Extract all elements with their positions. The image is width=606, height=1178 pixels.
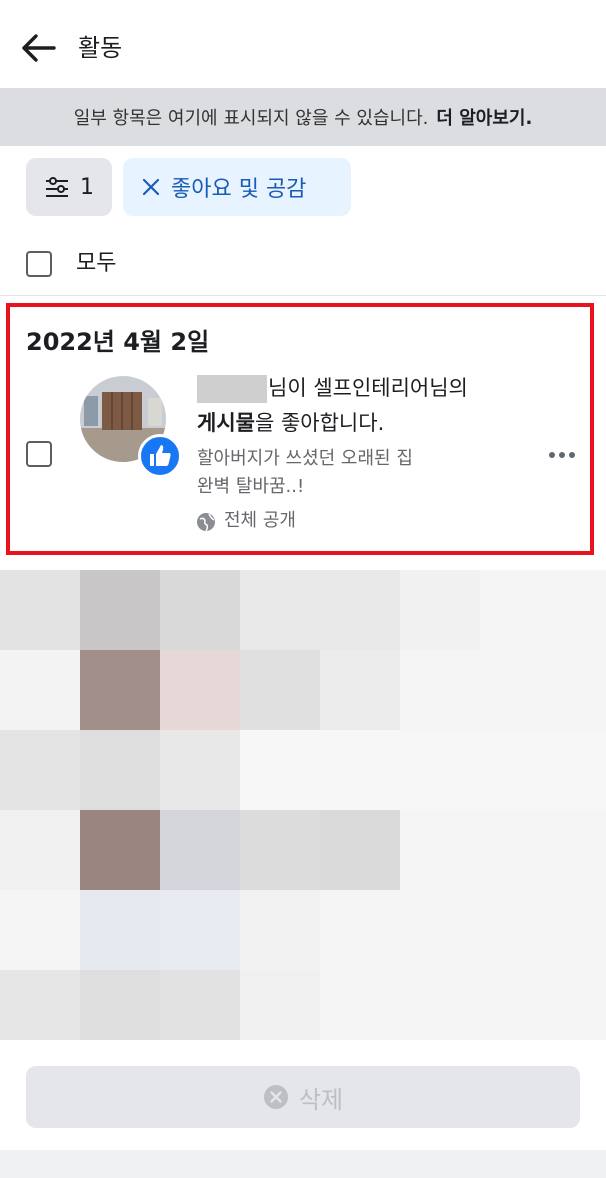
filter-count: 1 bbox=[80, 174, 94, 200]
learn-more-link[interactable]: 더 알아보기. bbox=[436, 104, 532, 130]
select-all-checkbox[interactable] bbox=[26, 251, 52, 277]
post-link[interactable]: 게시물 bbox=[197, 411, 255, 435]
more-options-icon[interactable] bbox=[548, 445, 576, 465]
delete-x-icon bbox=[263, 1085, 288, 1109]
like-badge bbox=[138, 434, 182, 478]
notice-text: 일부 항목은 여기에 표시되지 않을 수 있습니다. bbox=[73, 108, 429, 129]
post-text-line2: 완벽 탈바꿈..! bbox=[197, 476, 305, 497]
bottom-bar bbox=[0, 1150, 606, 1178]
thumbs-up-icon bbox=[150, 445, 171, 466]
chip-label: 좋아요 및 공감 bbox=[171, 177, 307, 202]
likes-reactions-filter-chip[interactable]: 좋아요 및 공감 bbox=[123, 158, 351, 216]
activity-date: 2022년 4월 2일 bbox=[26, 328, 210, 356]
notice-banner: 일부 항목은 여기에 표시되지 않을 수 있습니다. 더 알아보기. bbox=[0, 88, 606, 146]
back-arrow-icon[interactable] bbox=[20, 30, 56, 66]
activity-description-line2: 게시물을 좋아합니다. bbox=[197, 408, 384, 438]
delete-label: 삭제 bbox=[298, 1085, 344, 1114]
divider bbox=[0, 295, 606, 296]
pixelated-content bbox=[0, 570, 606, 1040]
desc-suffix: 을 좋아합니다. bbox=[254, 411, 385, 435]
privacy-label: 전체 공개 bbox=[224, 510, 296, 531]
redacted-username bbox=[197, 375, 267, 403]
close-icon[interactable] bbox=[141, 177, 161, 197]
activity-description-line1: 님이 셀프인테리어님의 bbox=[268, 376, 468, 400]
delete-button[interactable]: 삭제 bbox=[26, 1066, 580, 1128]
globe-icon bbox=[197, 513, 215, 532]
filter-button[interactable]: 1 bbox=[26, 158, 112, 216]
page-title: 활동 bbox=[78, 34, 123, 62]
filter-sliders-icon bbox=[46, 177, 68, 197]
post-text-line1: 할아버지가 쓰셨던 오래된 집 bbox=[197, 448, 413, 469]
item-checkbox[interactable] bbox=[26, 441, 52, 467]
select-all-label: 모두 bbox=[76, 251, 117, 276]
